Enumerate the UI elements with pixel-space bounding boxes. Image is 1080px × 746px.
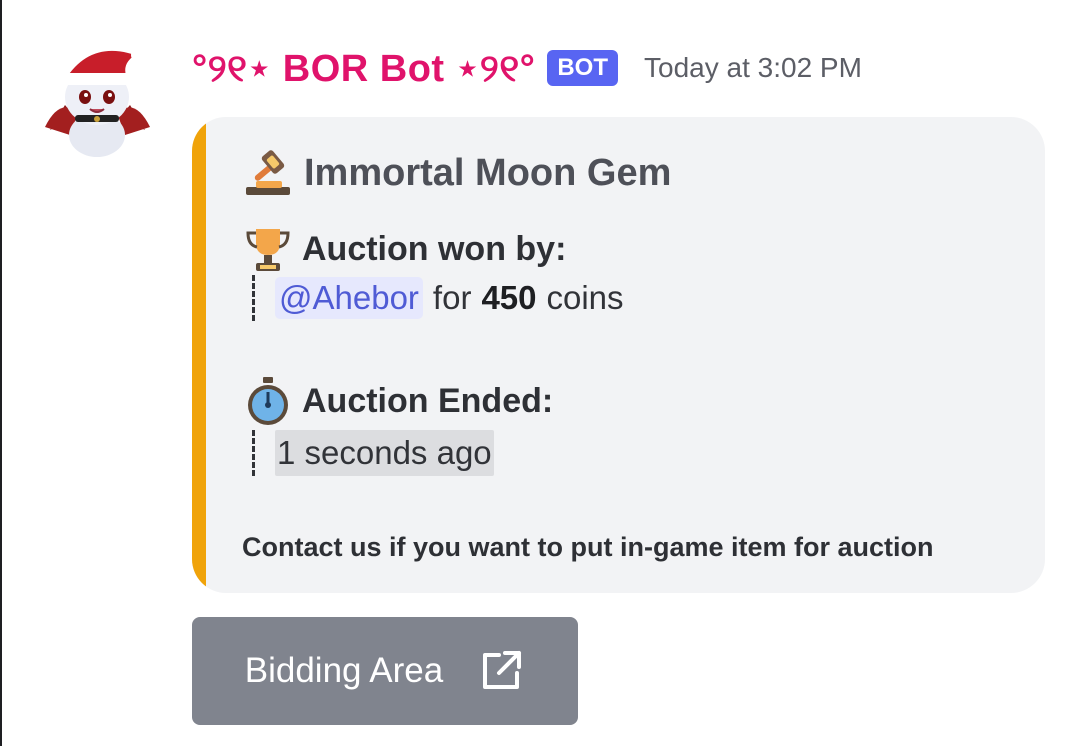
stopwatch-icon: [248, 377, 288, 425]
ended-field-value: 1 seconds ago: [252, 430, 494, 476]
embed-footer: Contact us if you want to put in-game it…: [242, 532, 934, 562]
ended-field-label: Auction Ended:: [302, 381, 554, 420]
embed-accent-bar: [192, 117, 206, 593]
winner-mention[interactable]: @Ahebor: [275, 277, 423, 319]
author-name[interactable]: °୨୧⋆ BOR Bot ⋆୨୧°: [192, 46, 535, 91]
gavel-icon: [246, 150, 290, 195]
bidding-area-button[interactable]: Bidding Area: [192, 617, 578, 725]
won-field-name: Auction won by:: [242, 223, 566, 275]
bidding-area-label: Bidding Area: [244, 651, 444, 690]
bot-avatar[interactable]: [40, 35, 155, 160]
amount-unit: coins: [546, 279, 624, 316]
won-field-value: @Ahebor for 450 coins: [252, 275, 624, 321]
trophy-icon: [246, 229, 290, 271]
won-field-label: Auction won by:: [302, 229, 567, 268]
ended-field-name: Auction Ended:: [242, 375, 553, 427]
message-timestamp[interactable]: Today at 3:02 PM: [644, 52, 862, 84]
external-link-icon: [483, 651, 522, 689]
field-connector-line: [252, 275, 255, 321]
relative-time[interactable]: 1 seconds ago: [275, 430, 494, 476]
window-edge: [0, 0, 2, 746]
field-connector-line: [252, 430, 255, 476]
auction-embed: Immortal Moon Gem Auction won by: @Ahebo…: [192, 117, 1045, 593]
embed-title-row: Immortal Moon Gem: [242, 147, 671, 199]
winning-amount: 450: [481, 279, 537, 316]
for-text: for: [432, 279, 472, 316]
message-header: °୨୧⋆ BOR Bot ⋆୨୧° BOT Today at 3:02 PM: [192, 40, 862, 96]
bot-tag-badge: BOT: [547, 50, 619, 86]
embed-title: Immortal Moon Gem: [304, 151, 672, 194]
